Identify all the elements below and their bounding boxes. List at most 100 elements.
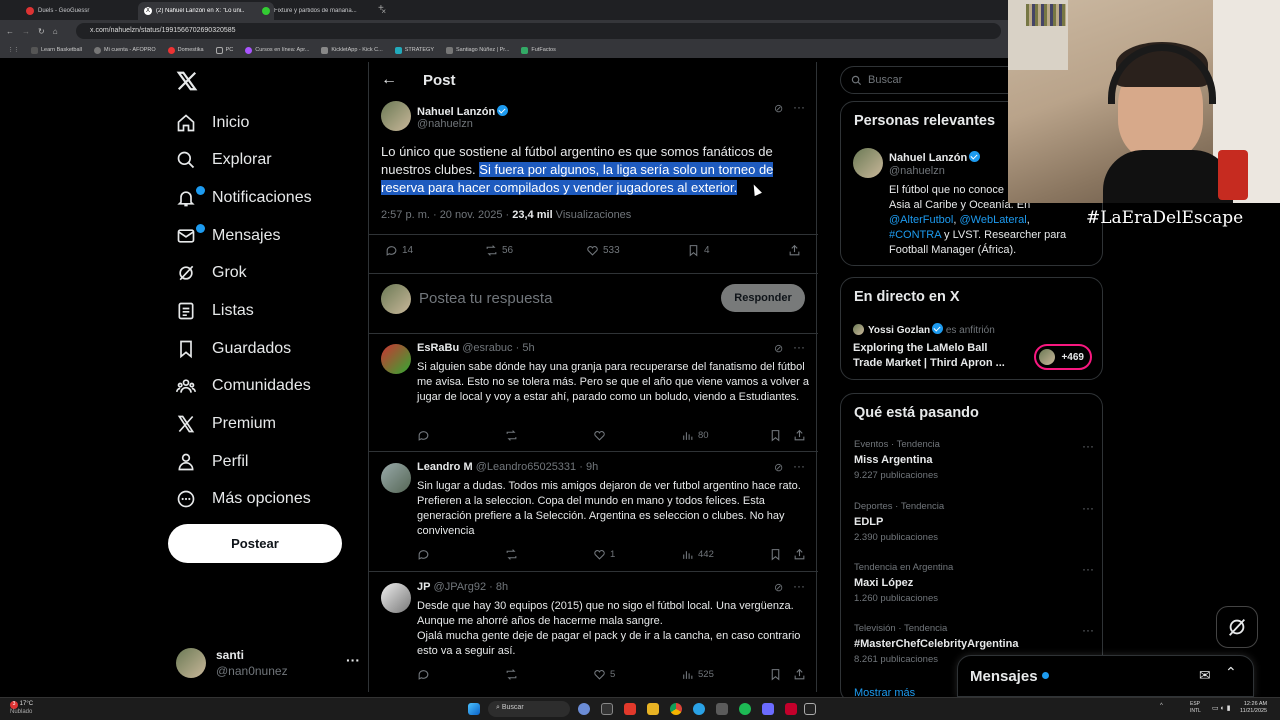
- author-name[interactable]: Nahuel Lanzón: [417, 106, 495, 118]
- sidebar-item-grok[interactable]: Grok: [176, 258, 247, 288]
- brave-icon[interactable]: [624, 703, 636, 715]
- new-message-icon[interactable]: ✉: [1199, 667, 1211, 684]
- more-options-icon[interactable]: ···: [1082, 562, 1094, 576]
- clock[interactable]: 12:26 AM 11/21/2025: [1240, 701, 1267, 715]
- space-title[interactable]: Exploring the LaMelo Ball Trade Market |…: [853, 341, 1018, 371]
- reply-button[interactable]: [417, 429, 430, 442]
- like-button[interactable]: 1: [593, 548, 615, 561]
- person-handle[interactable]: @nahuelzn: [889, 165, 945, 177]
- more-options-icon[interactable]: ···: [793, 459, 805, 473]
- reply-submit-button[interactable]: Responder: [721, 284, 805, 312]
- avatar[interactable]: [381, 344, 411, 374]
- reply-author-handle[interactable]: @Leandro65025331: [476, 461, 576, 473]
- expand-icon[interactable]: ⌃: [1225, 664, 1237, 681]
- grok-floating-button[interactable]: [1216, 606, 1258, 648]
- explorer-icon[interactable]: [647, 703, 659, 715]
- reply-author-handle[interactable]: @esrabuc: [462, 342, 512, 354]
- more-options-icon[interactable]: ···: [793, 100, 805, 114]
- repost-button[interactable]: 56: [485, 244, 513, 257]
- repost-button[interactable]: [505, 668, 518, 681]
- share-button[interactable]: [793, 548, 806, 561]
- post-button[interactable]: Postear: [168, 524, 342, 563]
- reply-button[interactable]: [417, 668, 430, 681]
- sidebar-item-guardados[interactable]: Guardados: [176, 334, 291, 364]
- mention-link[interactable]: @AlterFutbol: [889, 214, 953, 226]
- forward-icon[interactable]: →: [22, 27, 30, 36]
- hashtag-link[interactable]: #CONTRA: [889, 229, 941, 241]
- grok-icon[interactable]: ⊘: [774, 461, 783, 474]
- more-options-icon[interactable]: ···: [1082, 501, 1094, 515]
- avatar[interactable]: [381, 583, 411, 613]
- bookmark-item[interactable]: Domestika: [167, 46, 204, 54]
- windows-start-icon[interactable]: [468, 703, 480, 715]
- reply-item[interactable]: EsRaBu @esrabuc · 5h ⊘ ··· Si alguien sa…: [369, 334, 818, 452]
- bookmark-item[interactable]: Learn Basketball: [31, 46, 82, 54]
- bookmark-item[interactable]: Cursos en línea: Apr...: [245, 46, 309, 54]
- url-field[interactable]: x.com/nahuelzn/status/199156670269032058…: [76, 23, 1001, 39]
- sidebar-item-mensajes[interactable]: Mensajes: [176, 221, 280, 251]
- sidebar-item-comunidades[interactable]: Comunidades: [176, 371, 311, 401]
- new-tab-button[interactable]: +: [378, 3, 384, 14]
- more-options-icon[interactable]: ···: [793, 579, 805, 593]
- reply-button[interactable]: [417, 548, 430, 561]
- sidebar-item-mas-opciones[interactable]: Más opciones: [176, 484, 311, 514]
- author-handle[interactable]: @nahuelzn: [417, 118, 473, 130]
- messages-drawer[interactable]: Mensajes ✉ ⌃: [957, 655, 1254, 697]
- grok-icon[interactable]: ⊘: [774, 102, 783, 115]
- sidebar-item-explorar[interactable]: Explorar: [176, 145, 272, 175]
- bookmark-item[interactable]: Santiago Núñez | Pr...: [446, 46, 509, 54]
- views-button[interactable]: 442: [681, 548, 714, 561]
- bookmark-item[interactable]: FutFactos: [521, 46, 556, 54]
- browser-tab-fixture[interactable]: Fixture y partidos de mañana... ×: [256, 2, 392, 20]
- bookmark-button[interactable]: [769, 668, 782, 681]
- grok-icon[interactable]: ⊘: [774, 342, 783, 355]
- back-arrow-icon[interactable]: ←: [381, 71, 397, 89]
- spotify-icon[interactable]: [739, 703, 751, 715]
- reply-author-name[interactable]: EsRaBu: [417, 342, 459, 354]
- copilot-icon[interactable]: [578, 703, 590, 715]
- more-icon[interactable]: ···: [346, 652, 360, 668]
- bookmark-button[interactable]: [769, 429, 782, 442]
- like-button[interactable]: [593, 429, 610, 442]
- edge-icon[interactable]: [693, 703, 705, 715]
- language-indicator[interactable]: ESP INTL: [1190, 701, 1201, 715]
- x-logo-icon[interactable]: [176, 70, 200, 94]
- app-icon[interactable]: [785, 703, 797, 715]
- task-view-icon[interactable]: [601, 703, 613, 715]
- store-icon[interactable]: [716, 703, 728, 715]
- browser-tab-x[interactable]: X(2) Nahuel Lanzón en X: "Lo úni...×: [138, 2, 274, 20]
- discord-icon[interactable]: [762, 703, 774, 715]
- repost-button[interactable]: [505, 429, 518, 442]
- network-sound-icons[interactable]: ▭ ◐ ▮: [1212, 704, 1231, 712]
- views-button[interactable]: 525: [681, 668, 714, 681]
- person-name[interactable]: Nahuel Lanzón: [889, 152, 967, 164]
- sidebar-item-notificaciones[interactable]: Notificaciones: [176, 183, 312, 213]
- sidebar-item-listas[interactable]: Listas: [176, 296, 254, 326]
- reply-author-handle[interactable]: @JPArg92: [434, 581, 487, 593]
- taskbar-search[interactable]: ⌕ Buscar: [488, 701, 570, 717]
- share-button[interactable]: [788, 244, 801, 257]
- reload-icon[interactable]: ↻: [38, 27, 45, 36]
- weather-widget[interactable]: 3 17°C Nublado: [10, 701, 33, 715]
- reply-input[interactable]: Postea tu respuesta: [419, 290, 552, 307]
- home-icon[interactable]: ⌂: [53, 27, 58, 36]
- more-options-icon[interactable]: ···: [1082, 623, 1094, 637]
- reply-item[interactable]: JP @JPArg92 · 8h ⊘ ··· Desde que hay 30 …: [369, 573, 818, 692]
- reply-author-name[interactable]: JP: [417, 581, 430, 593]
- join-space-button[interactable]: +469: [1034, 344, 1092, 370]
- sidebar-item-inicio[interactable]: Inicio: [176, 108, 249, 138]
- reply-item[interactable]: Leandro M @Leandro65025331 · 9h ⊘ ··· Si…: [369, 453, 818, 572]
- trend-item[interactable]: Eventos · Tendencia Miss Argentina 9.227 p…: [854, 439, 1094, 481]
- author-avatar[interactable]: [381, 101, 411, 131]
- sidebar-item-perfil[interactable]: Perfil: [176, 447, 248, 477]
- like-button[interactable]: 533: [586, 244, 620, 257]
- sidebar-item-premium[interactable]: Premium: [176, 409, 276, 439]
- bookmark-item[interactable]: STRATEGY: [394, 46, 434, 54]
- share-button[interactable]: [793, 668, 806, 681]
- browser-tab-geoguessr[interactable]: Duels - GeoGuessr×: [20, 2, 156, 20]
- bookmark-button[interactable]: 4: [687, 244, 710, 257]
- account-switcher[interactable]: santi @nan0nunez ···: [176, 642, 360, 682]
- trend-item[interactable]: Tendencia en Argentina Maxi López 1.260 pu…: [854, 562, 1094, 604]
- reply-author-name[interactable]: Leandro M: [417, 461, 473, 473]
- chrome-icon[interactable]: [670, 703, 682, 715]
